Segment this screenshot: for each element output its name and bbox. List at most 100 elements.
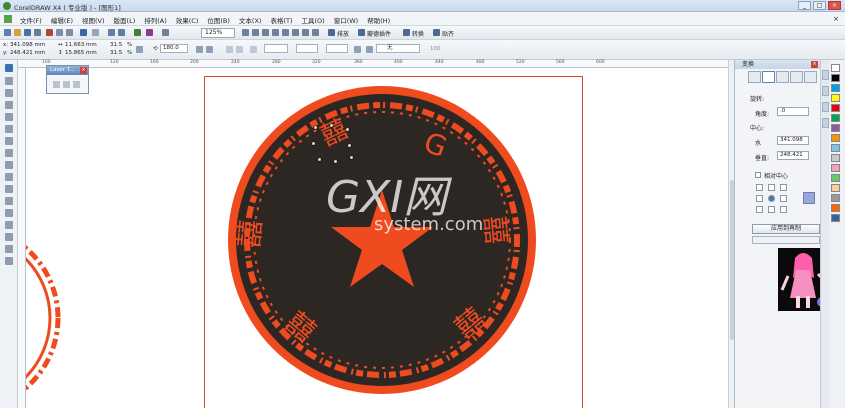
- scale-y-field[interactable]: 31.5: [110, 50, 122, 56]
- welcome-icon[interactable]: [146, 29, 153, 36]
- shape-tool-icon[interactable]: [5, 77, 13, 85]
- apply-to-duplicate-button[interactable]: 应用到再制: [752, 224, 820, 234]
- zoom-height-icon[interactable]: [302, 29, 309, 36]
- anchor-bottom-left[interactable]: [756, 206, 763, 213]
- rotate-tab-icon[interactable]: [762, 71, 775, 83]
- palette-swatch[interactable]: [831, 174, 840, 182]
- zoom-selected-icon[interactable]: [262, 29, 269, 36]
- docker-close-icon[interactable]: ×: [811, 61, 818, 68]
- anchor-top-left[interactable]: [756, 184, 763, 191]
- convert-icon[interactable]: [403, 29, 410, 36]
- anchor-top[interactable]: [768, 184, 775, 191]
- interactive-fill-tool-icon[interactable]: [5, 257, 13, 265]
- x-position-field[interactable]: 341.098 mm: [10, 42, 45, 48]
- rectangle-tool-icon[interactable]: [5, 137, 13, 145]
- line-end-select[interactable]: [326, 44, 348, 53]
- menu-window[interactable]: 窗口(W): [334, 15, 359, 25]
- node-icon[interactable]: [226, 46, 233, 53]
- paste-icon[interactable]: [66, 29, 73, 36]
- scale-tab-icon[interactable]: [776, 71, 789, 83]
- side-tab-hints[interactable]: [822, 102, 829, 112]
- anchor-bottom-right[interactable]: [780, 206, 787, 213]
- palette-swatch[interactable]: [831, 194, 840, 202]
- laser-tool-b-icon[interactable]: [63, 81, 70, 88]
- smoothness-field[interactable]: 100: [430, 46, 441, 52]
- fill-tool-icon[interactable]: [5, 245, 13, 253]
- laser-tool-c-icon[interactable]: [73, 81, 80, 88]
- redo-icon[interactable]: [92, 29, 99, 36]
- zoom-tool-icon[interactable]: [5, 101, 13, 109]
- y-position-field[interactable]: 248.421 mm: [10, 50, 45, 56]
- rotation-field[interactable]: 180.0: [160, 44, 188, 53]
- outline-width-select[interactable]: 无: [376, 44, 420, 53]
- import-icon[interactable]: [108, 29, 115, 36]
- anchor-center[interactable]: [768, 195, 775, 202]
- snap-label[interactable]: 贴齐: [442, 29, 454, 38]
- palette-swatch[interactable]: [831, 114, 840, 122]
- smart-fill-tool-icon[interactable]: [5, 125, 13, 133]
- app-launcher-icon[interactable]: [134, 29, 141, 36]
- menu-edit[interactable]: 编辑(E): [51, 15, 73, 25]
- menu-help[interactable]: 帮助(H): [367, 15, 390, 25]
- anchor-bottom[interactable]: [768, 206, 775, 213]
- center-y-input[interactable]: 248.421: [777, 151, 809, 160]
- side-tab-properties[interactable]: [822, 118, 829, 128]
- undo-icon[interactable]: [80, 29, 87, 36]
- mirror-h-icon[interactable]: [196, 46, 203, 53]
- outline-tool-icon[interactable]: [5, 233, 13, 241]
- menu-arrange[interactable]: 排列(A): [144, 15, 167, 25]
- zoom-out-icon[interactable]: [252, 29, 259, 36]
- zoom-page-icon[interactable]: [282, 29, 289, 36]
- center-x-input[interactable]: 341.098: [777, 136, 809, 145]
- close-button[interactable]: ×: [828, 1, 841, 10]
- palette-swatch[interactable]: [831, 74, 840, 82]
- palette-swatch[interactable]: [831, 104, 840, 112]
- text-tool-icon[interactable]: [5, 185, 13, 193]
- palette-swatch[interactable]: [831, 154, 840, 162]
- basic-shapes-tool-icon[interactable]: [5, 173, 13, 181]
- menu-view[interactable]: 视图(V): [82, 15, 105, 25]
- new-icon[interactable]: [4, 29, 11, 36]
- plugin-label[interactable]: 瓣德插件: [367, 29, 391, 38]
- plugin-icon[interactable]: [358, 29, 365, 36]
- zoom-levels-icon[interactable]: [162, 29, 169, 36]
- pan-icon[interactable]: [312, 29, 319, 36]
- anchor-left[interactable]: [756, 195, 763, 202]
- laser-tool-panel[interactable]: Laser T... ×: [46, 65, 89, 94]
- palette-swatch[interactable]: [831, 164, 840, 172]
- print-icon[interactable]: [34, 29, 41, 36]
- width-field[interactable]: 11.663 mm: [65, 42, 97, 48]
- curve-icon[interactable]: [236, 46, 243, 53]
- anchor-top-right[interactable]: [780, 184, 787, 191]
- outline-pen-icon[interactable]: [366, 46, 373, 53]
- menu-text[interactable]: 文本(X): [239, 15, 262, 25]
- open-icon[interactable]: [14, 29, 21, 36]
- freehand-tool-icon[interactable]: [5, 113, 13, 121]
- menu-layout[interactable]: 版面(L): [114, 15, 136, 25]
- position-tab-icon[interactable]: [748, 71, 761, 83]
- menu-bitmaps[interactable]: 位图(B): [207, 15, 230, 25]
- arrange-icon[interactable]: [328, 29, 335, 36]
- lock-ratio-icon[interactable]: [136, 46, 143, 53]
- text-wrap-icon[interactable]: [354, 46, 361, 53]
- palette-swatch[interactable]: [831, 214, 840, 222]
- angle-input[interactable]: .0: [777, 107, 809, 116]
- zoom-in-icon[interactable]: [242, 29, 249, 36]
- save-icon[interactable]: [24, 29, 31, 36]
- polygon-tool-icon[interactable]: [5, 161, 13, 169]
- ellipse-tool-icon[interactable]: [5, 149, 13, 157]
- side-tab-transform[interactable]: [822, 86, 829, 96]
- laser-tool-a-icon[interactable]: [53, 81, 60, 88]
- menu-file[interactable]: 文件(F): [20, 15, 42, 25]
- scale-x-field[interactable]: 31.5: [110, 42, 122, 48]
- copy-icon[interactable]: [56, 29, 63, 36]
- menu-effects[interactable]: 效果(C): [176, 15, 199, 25]
- height-field[interactable]: 15.865 mm: [65, 50, 97, 56]
- pick-tool-icon[interactable]: [5, 64, 13, 72]
- snap-icon[interactable]: [433, 29, 440, 36]
- palette-swatch[interactable]: [831, 134, 840, 142]
- menu-table[interactable]: 表格(T): [270, 15, 292, 25]
- menu-tools[interactable]: 工具(O): [302, 15, 325, 25]
- palette-swatch[interactable]: [831, 184, 840, 192]
- line-style-select[interactable]: [296, 44, 318, 53]
